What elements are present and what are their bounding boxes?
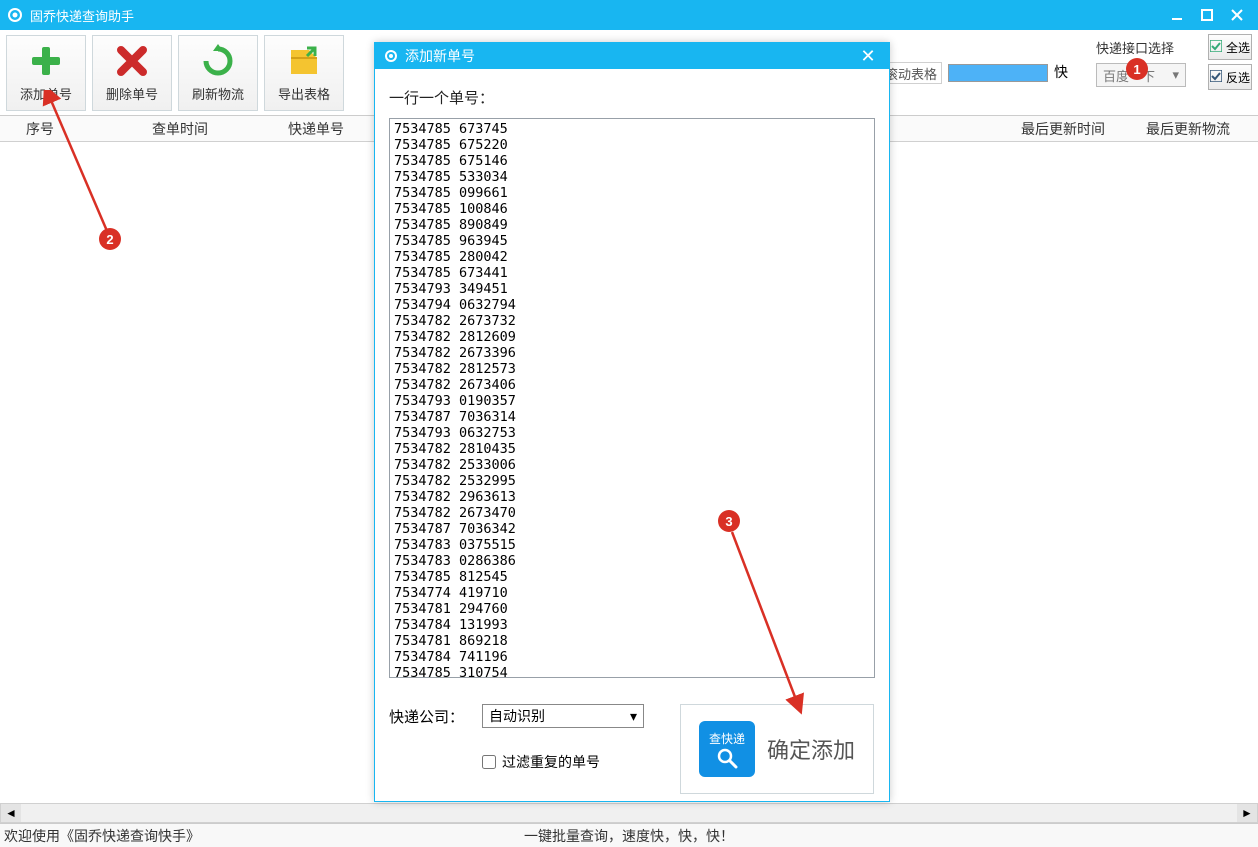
delete-icon (113, 42, 151, 80)
tracking-textarea[interactable] (389, 118, 875, 678)
export-icon (285, 42, 323, 80)
company-label: 快递公司： (389, 704, 464, 727)
close-button[interactable] (1222, 1, 1252, 29)
refresh-label: 刷新物流 (192, 84, 244, 103)
filter-duplicates-checkbox[interactable]: 过滤重复的单号 (482, 752, 644, 772)
delete-label: 删除单号 (106, 84, 158, 103)
chevron-down-icon: ▾ (630, 708, 637, 725)
chevron-down-icon: ▾ (1172, 67, 1179, 83)
select-all-button[interactable]: 全选 (1208, 34, 1252, 60)
status-center: 一键批量查询，速度快，快，快！ (524, 826, 734, 846)
progress-bar (948, 64, 1048, 82)
add-label: 添加单号 (20, 84, 72, 103)
filter-checkbox-input[interactable] (482, 755, 496, 769)
invert-select-label: 反选 (1226, 69, 1250, 86)
col-query-time: 查单时间 (80, 119, 280, 139)
kuai-label: 快 (1054, 62, 1068, 82)
company-selected: 自动识别 (489, 706, 545, 726)
status-left: 欢迎使用《固乔快递查询快手》 (0, 826, 200, 846)
col-seq: 序号 (0, 119, 80, 139)
dialog-close-button[interactable]: ✕ (855, 43, 881, 69)
confirm-add-button[interactable]: 查快递 确定添加 (680, 704, 874, 794)
maximize-button[interactable] (1192, 1, 1222, 29)
annotation-2: 2 (99, 228, 121, 250)
dialog-titlebar: 添加新单号 ✕ (375, 43, 889, 69)
search-express-icon: 查快递 (699, 721, 755, 777)
annotation-3: 3 (718, 510, 740, 532)
add-tracking-button[interactable]: 添加单号 (6, 35, 86, 111)
scroll-right-arrow[interactable]: ► (1237, 804, 1257, 822)
status-bar: 欢迎使用《固乔快递查询快手》 一键批量查询，速度快，快，快！ (0, 823, 1258, 847)
filter-dup-label: 过滤重复的单号 (502, 752, 600, 772)
company-select[interactable]: 自动识别 ▾ (482, 704, 644, 728)
check-icon (1210, 40, 1224, 54)
col-last-update-time: 最后更新时间 (988, 119, 1138, 139)
col-last-update-logi: 最后更新物流 (1138, 119, 1258, 139)
window-title: 固乔快递查询助手 (30, 6, 134, 25)
annotation-1: 1 (1126, 58, 1148, 80)
invert-icon (1210, 70, 1224, 84)
select-all-label: 全选 (1226, 39, 1250, 56)
plus-icon (27, 42, 65, 80)
dialog-icon (383, 48, 399, 64)
export-button[interactable]: 导出表格 (264, 35, 344, 111)
line-label: 一行一个单号： (389, 87, 875, 108)
app-icon (6, 6, 24, 24)
dialog-title: 添加新单号 (405, 46, 475, 66)
confirm-label: 确定添加 (767, 733, 855, 765)
minimize-button[interactable] (1162, 1, 1192, 29)
refresh-button[interactable]: 刷新物流 (178, 35, 258, 111)
scroll-left-arrow[interactable]: ◄ (1, 804, 21, 822)
refresh-icon (199, 42, 237, 80)
invert-select-button[interactable]: 反选 (1208, 64, 1252, 90)
add-tracking-dialog: 添加新单号 ✕ 一行一个单号： 快递公司： 自动识别 ▾ 过滤重复的单号 查快递 (374, 42, 890, 802)
export-label: 导出表格 (278, 84, 330, 103)
delete-tracking-button[interactable]: 删除单号 (92, 35, 172, 111)
title-bar: 固乔快递查询助手 (0, 0, 1258, 30)
api-title: 快递接口选择 (1096, 38, 1186, 57)
